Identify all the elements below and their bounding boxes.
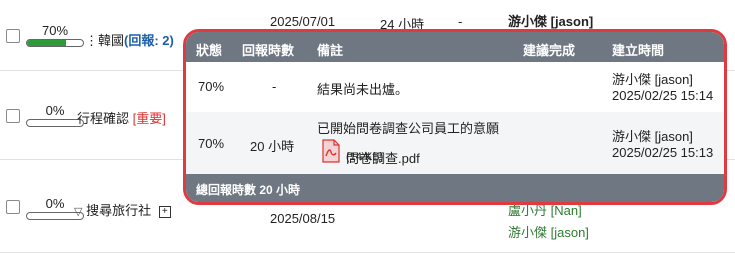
total-report-hours: 總回報時數 20 小時: [196, 183, 301, 197]
due-date: 2025/07/01: [270, 14, 336, 29]
due-date: 2025/08/15: [270, 211, 336, 226]
priority-tag: [重要]: [132, 111, 166, 126]
owner: 游小傑 [jason]: [508, 225, 589, 240]
entry-hours: 20 小時: [250, 139, 295, 154]
progress-percent: 0%: [45, 103, 65, 118]
row-checkbox[interactable]: [6, 29, 20, 43]
header-created: 建立時間: [612, 43, 665, 58]
progress-bar: [26, 39, 84, 47]
owner: 游小傑 [jason]: [508, 14, 594, 29]
attachment-link[interactable]: 問卷調查.pdf (14 KB): [346, 148, 420, 166]
task-name[interactable]: 行程確認 [重要]: [77, 108, 166, 127]
expand-plus-icon[interactable]: +: [158, 205, 171, 218]
report-entry: 70% - 結果尚未出爐。 游小傑 [jason] 2025/02/25 15:…: [186, 62, 724, 112]
entry-note: 已開始問卷調查公司員工的意願: [317, 121, 500, 136]
entry-user: 游小傑 [jason]: [612, 72, 693, 87]
entry-status: 70%: [198, 79, 225, 94]
report-history-popup: 狀態 回報時數 備註 建議完成 建立時間 70% - 結果尚未出爐。 游小傑 […: [183, 29, 727, 205]
progress-percent: 70%: [41, 23, 69, 38]
pdf-file-icon: [322, 139, 340, 163]
attachment-name: 問卷調查.pdf: [346, 151, 420, 166]
collapse-arrow-icon[interactable]: ▽: [74, 206, 82, 218]
header-status: 狀態: [196, 43, 223, 58]
popup-header: 狀態 回報時數 備註 建議完成 建立時間: [186, 32, 724, 62]
task-name[interactable]: ▽ 搜尋旅行社 +: [74, 200, 171, 219]
header-note: 備註: [317, 43, 344, 58]
popup-footer: 總回報時數 20 小時: [186, 174, 724, 202]
dash: -: [458, 14, 463, 29]
entry-note: 結果尚未出爐。: [317, 82, 409, 97]
progress-bar: [26, 119, 84, 127]
row-checkbox[interactable]: [6, 200, 20, 214]
entry-time: 2025/02/25 15:14: [612, 88, 714, 103]
entry-time: 2025/02/25 15:13: [612, 145, 714, 160]
task-name[interactable]: ⋮韓國(回報: 2): [85, 30, 174, 49]
entry-user: 游小傑 [jason]: [612, 129, 693, 144]
entry-hours: -: [272, 79, 277, 94]
progress-fill: [27, 40, 67, 46]
report-count-link[interactable]: (回報: 2): [124, 33, 174, 48]
row-checkbox[interactable]: [6, 109, 20, 123]
report-entry: 70% 20 小時 已開始問卷調查公司員工的意願 問卷調查.pdf (14 KB…: [186, 112, 724, 174]
entry-status: 70%: [198, 136, 225, 151]
header-hours: 回報時數: [242, 43, 295, 58]
task-title: ⋮韓國: [85, 33, 125, 48]
task-title: 搜尋旅行社: [86, 203, 152, 218]
header-suggest: 建議完成: [523, 43, 576, 58]
task-title: 行程確認: [77, 111, 130, 126]
